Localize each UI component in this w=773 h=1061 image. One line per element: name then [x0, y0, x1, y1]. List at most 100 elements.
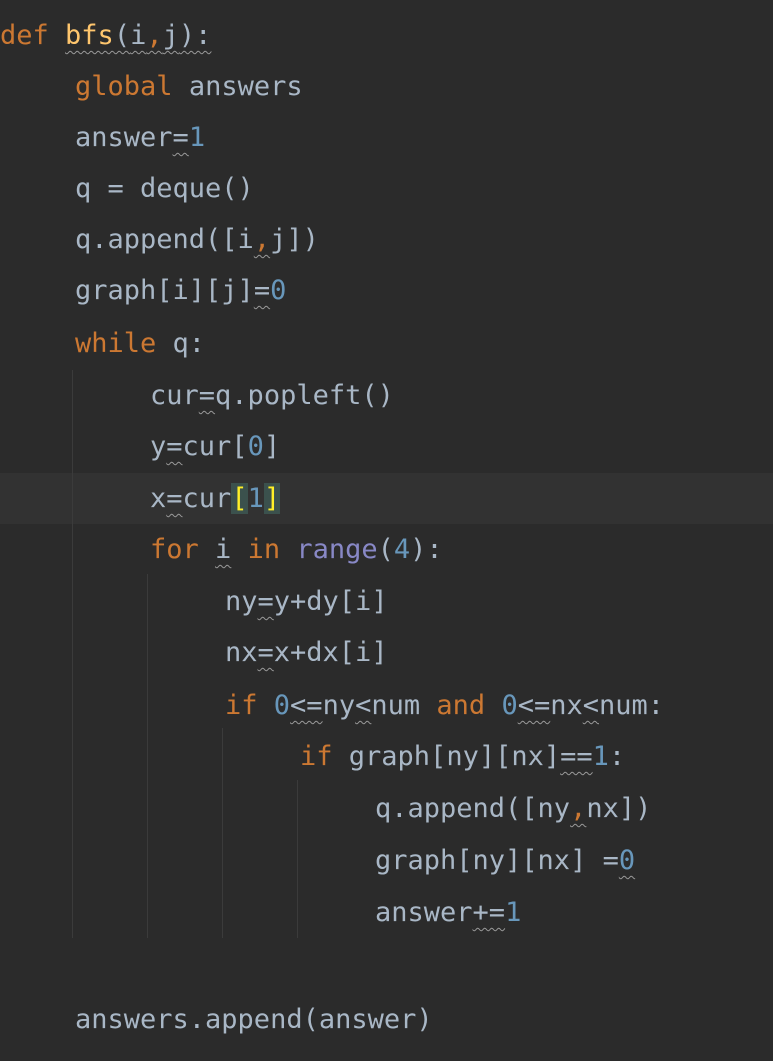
indent-guide [72, 370, 73, 938]
statement: q = deque() [75, 173, 254, 204]
keyword-def: def [0, 20, 49, 51]
statement: q.popleft() [215, 380, 394, 411]
keyword-while: while [75, 328, 157, 359]
operator: = [257, 637, 274, 668]
identifier: num: [599, 690, 665, 721]
statement: q: [156, 328, 206, 359]
keyword-if: if [225, 690, 258, 721]
keyword-global: global [75, 71, 173, 102]
paren: ): [410, 534, 443, 565]
code-line-6[interactable]: graph[i][j]=0 [75, 265, 286, 316]
loop-variable: i [215, 534, 232, 565]
number-literal: 4 [393, 534, 411, 565]
operator: < [582, 690, 599, 721]
paren: ): [178, 20, 212, 51]
identifier: nx [550, 690, 583, 721]
keyword-in: in [247, 534, 281, 565]
identifier: answer [375, 897, 473, 928]
indent-guide [222, 728, 223, 938]
code-line-2[interactable]: global answers [75, 61, 303, 112]
number-literal: 1 [592, 741, 609, 772]
statement: q.append([i [75, 224, 254, 255]
statement: y+dy[i] [273, 586, 388, 617]
operator: <= [517, 690, 551, 721]
code-line-20[interactable]: answers.append(answer) [75, 994, 433, 1045]
operator: += [472, 897, 506, 928]
code-line-16[interactable]: q.append([ny,nx]) [375, 783, 651, 834]
operator: = [602, 845, 619, 876]
statement: ] [263, 431, 281, 462]
identifier: nx [225, 637, 258, 668]
colon: : [608, 741, 626, 772]
code-line-7[interactable]: while q: [75, 318, 205, 369]
code-line-10[interactable]: x=cur[1] [150, 473, 281, 524]
number-literal: 1 [505, 897, 522, 928]
identifier: answers [188, 71, 303, 102]
code-line-14[interactable]: if 0<=ny<num and 0<=nx<num: [225, 680, 664, 731]
keyword-for: for [150, 534, 199, 565]
statement: cur[ [182, 431, 248, 462]
param-j: j [162, 20, 179, 51]
indent-guide [147, 574, 148, 938]
identifier: answer [75, 122, 173, 153]
code-line-12[interactable]: ny=y+dy[i] [225, 576, 388, 627]
number-literal: 0 [270, 275, 287, 306]
statement: x+dx[i] [273, 637, 388, 668]
number-literal: 1 [247, 483, 264, 514]
code-line-4[interactable]: q = deque() [75, 163, 254, 214]
builtin-range: range [296, 534, 378, 565]
number-literal: 0 [618, 845, 636, 876]
current-line-highlight [0, 473, 773, 524]
code-line-8[interactable]: cur=q.popleft() [150, 370, 394, 421]
operator: = [198, 380, 216, 411]
operator: = [166, 431, 183, 462]
code-line-15[interactable]: if graph[ny][nx]==1: [300, 731, 625, 782]
indent-guide [297, 780, 298, 938]
code-line-18[interactable]: answer+=1 [375, 887, 521, 938]
code-line-1[interactable]: def bfs(i,j): [0, 10, 211, 61]
matched-bracket: [ [231, 483, 248, 514]
code-line-5[interactable]: q.append([i,j]) [75, 214, 319, 265]
operator: = [166, 483, 183, 514]
operator: <= [290, 690, 323, 721]
code-editor[interactable]: def bfs(i,j): global answers answer=1 q … [0, 0, 773, 1061]
operator: == [560, 741, 593, 772]
identifier: y [150, 431, 167, 462]
paren: ( [113, 20, 131, 51]
statement: graph[i][j] [75, 275, 254, 306]
keyword-and: and [436, 690, 486, 721]
code-line-17[interactable]: graph[ny][nx] =0 [375, 835, 635, 886]
identifier: ny [322, 690, 356, 721]
code-line-9[interactable]: y=cur[0] [150, 421, 280, 472]
statement: j]) [270, 224, 319, 255]
number-literal: 0 [501, 690, 518, 721]
statement: graph[ny][nx] [348, 741, 561, 772]
statement: nx]) [586, 793, 652, 824]
number-literal: 1 [188, 122, 206, 153]
statement: graph[ny][nx] [375, 845, 603, 876]
keyword-if: if [300, 741, 333, 772]
operator: = [172, 122, 189, 153]
comma: , [146, 20, 163, 51]
identifier: num [371, 690, 421, 721]
comma: , [253, 224, 271, 255]
statement: q.append([ny [375, 793, 571, 824]
code-line-3[interactable]: answer=1 [75, 112, 205, 163]
operator: = [253, 275, 271, 306]
number-literal: 0 [273, 690, 291, 721]
code-line-13[interactable]: nx=x+dx[i] [225, 627, 388, 678]
number-literal: 0 [247, 431, 264, 462]
param-i: i [130, 20, 147, 51]
code-line-11[interactable]: for i in range(4): [150, 524, 443, 575]
statement: cur [182, 483, 232, 514]
identifier: cur [150, 380, 199, 411]
statement: answers.append(answer) [75, 1004, 433, 1035]
paren: ( [377, 534, 394, 565]
operator: < [355, 690, 372, 721]
identifier: x [150, 483, 167, 514]
matched-bracket: ] [263, 483, 281, 514]
operator: = [257, 586, 274, 617]
function-name: bfs [65, 20, 114, 51]
identifier: ny [225, 586, 258, 617]
comma: , [570, 793, 587, 824]
